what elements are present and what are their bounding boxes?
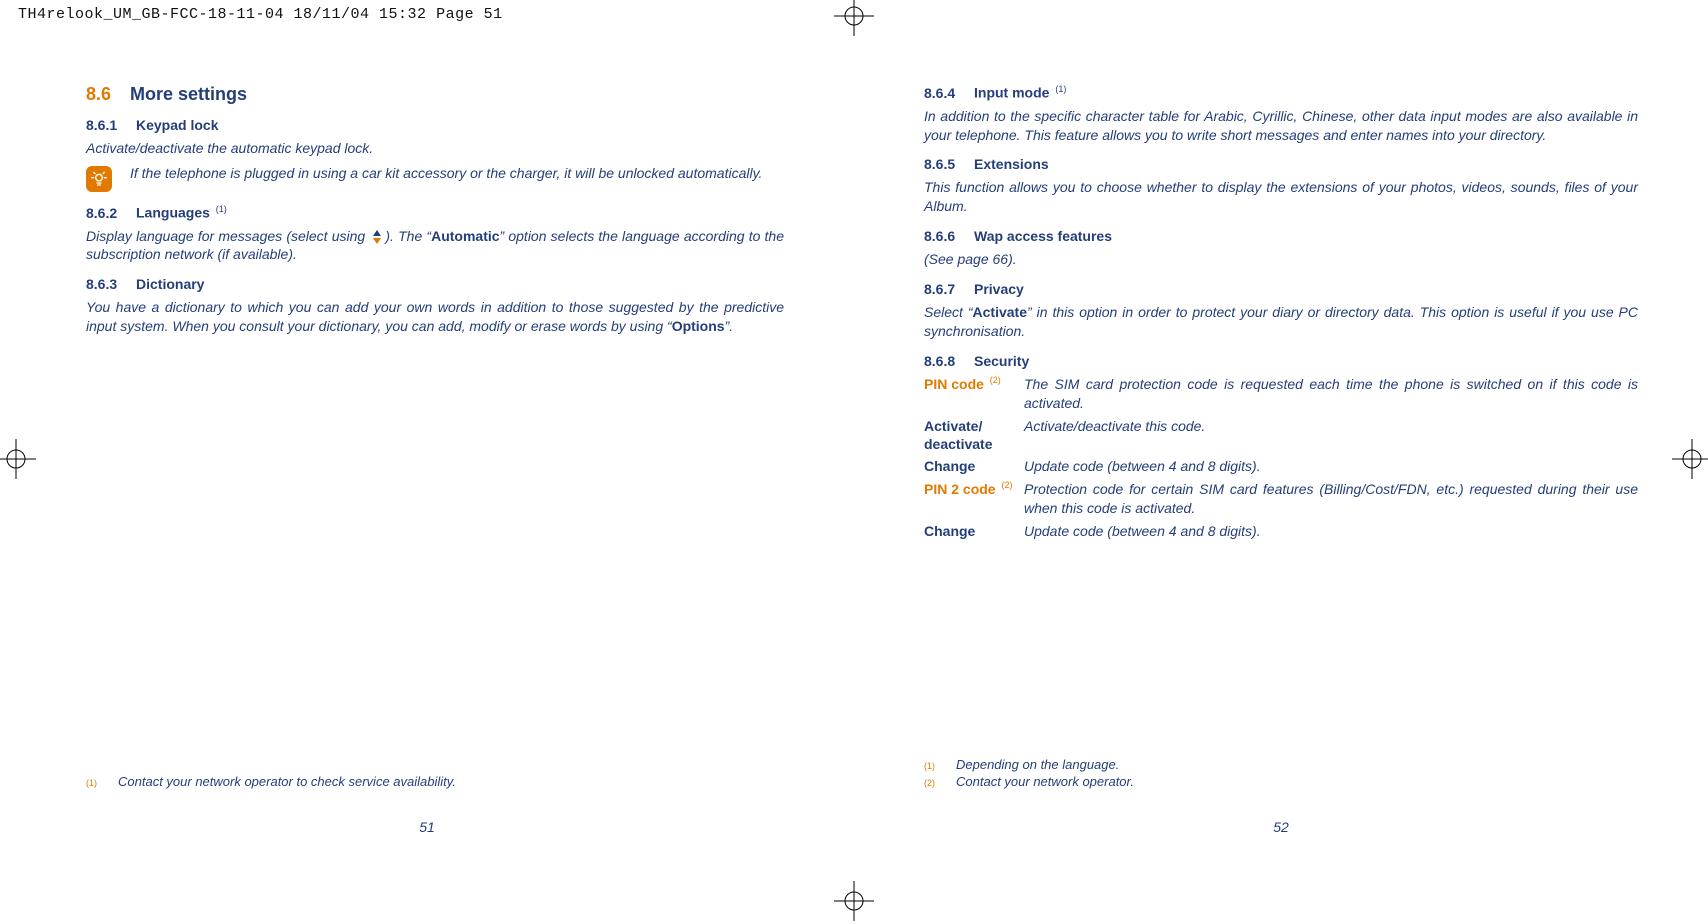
subsection-8-6-1-heading: 8.6.1 Keypad lock [86,117,784,133]
footnote: (2) Contact your network operator. [924,774,1638,789]
paragraph: Display language for messages (select us… [86,227,784,265]
subsection-title: Extensions [974,156,1049,172]
prepress-slug: TH4relook_UM_GB-FCC-18-11-04 18/11/04 15… [18,6,503,23]
subsection-8-6-3-heading: 8.6.3 Dictionary [86,276,784,292]
subsection-title: Input mode (1) [974,84,1066,101]
footnote-text: Depending on the language. [956,757,1119,772]
security-term: PIN 2 code (2) [924,480,1016,498]
security-term: PIN code (2) [924,375,1016,393]
security-term: Change [924,457,1016,475]
security-row: PIN 2 code (2) Protection code for certa… [924,480,1638,518]
page-left: 8.6 More settings 8.6.1 Keypad lock Acti… [0,70,854,867]
paragraph: This function allows you to choose wheth… [924,178,1638,216]
subsection-title: Dictionary [136,276,204,292]
section-title: More settings [130,84,247,105]
subsection-number: 8.6.3 [86,276,136,292]
info-callout: If the telephone is plugged in using a c… [86,164,784,192]
footnote-ref: (1) [216,204,227,214]
paragraph: Activate/deactivate the automatic keypad… [86,139,784,158]
subsection-title: Privacy [974,281,1024,297]
subsection-title: Keypad lock [136,117,218,133]
section-number: 8.6 [86,84,130,105]
subsection-number: 8.6.2 [86,205,136,221]
footnote: (1) Contact your network operator to che… [86,774,784,789]
subsection-8-6-7-heading: 8.6.7 Privacy [924,281,1638,297]
footnote-text: Contact your network operator. [956,774,1134,789]
strong-term: Automatic [431,228,499,244]
paragraph: (See page 66). [924,250,1638,269]
security-row: PIN code (2) The SIM card protection cod… [924,375,1638,413]
footnote-mark: (1) [924,761,938,771]
paragraph: Select “Activate” in this option in orde… [924,303,1638,341]
subsection-8-6-4-heading: 8.6.4 Input mode (1) [924,84,1638,101]
subsection-number: 8.6.1 [86,117,136,133]
security-def: The SIM card protection code is requeste… [1024,375,1638,413]
footnotes: (1) Depending on the language. (2) Conta… [924,755,1638,791]
page-spread: 8.6 More settings 8.6.1 Keypad lock Acti… [0,70,1708,867]
security-def: Update code (between 4 and 8 digits). [1024,457,1638,476]
info-text: If the telephone is plugged in using a c… [130,164,784,183]
subsection-number: 8.6.6 [924,228,974,244]
subsection-number: 8.6.8 [924,353,974,369]
subsection-8-6-5-heading: 8.6.5 Extensions [924,156,1638,172]
footnote-ref: (2) [1001,480,1012,490]
registration-mark-bottom-icon [834,881,874,921]
subsection-title: Security [974,353,1029,369]
strong-term: Activate [973,304,1027,320]
subsection-8-6-8-heading: 8.6.8 Security [924,353,1638,369]
subsection-title: Wap access features [974,228,1112,244]
subsection-number: 8.6.5 [924,156,974,172]
registration-mark-top-icon [834,0,874,36]
security-row: Change Update code (between 4 and 8 digi… [924,522,1638,541]
up-down-nav-icon [371,229,383,245]
footnote-mark: (2) [924,778,938,788]
subsection-8-6-2-heading: 8.6.2 Languages (1) [86,204,784,221]
security-term: Activate/ deactivate [924,417,1016,453]
subsection-8-6-6-heading: 8.6.6 Wap access features [924,228,1638,244]
strong-term: Options [672,318,725,334]
footnote-ref: (2) [990,375,1001,385]
subsection-title: Languages (1) [136,204,227,221]
footnote-ref: (1) [1055,84,1066,94]
footnote: (1) Depending on the language. [924,757,1638,772]
security-def: Protection code for certain SIM card fea… [1024,480,1638,518]
security-def: Activate/deactivate this code. [1024,417,1638,436]
footnotes: (1) Contact your network operator to che… [86,772,784,791]
footnote-text: Contact your network operator to check s… [118,774,456,789]
security-row: Activate/ deactivate Activate/deactivate… [924,417,1638,453]
page-right: 8.6.4 Input mode (1) In addition to the … [854,70,1708,867]
paragraph: In addition to the specific character ta… [924,107,1638,145]
lightbulb-icon [86,166,112,192]
page-number: 52 [854,819,1708,835]
paragraph: You have a dictionary to which you can a… [86,298,784,336]
section-8-6-heading: 8.6 More settings [86,84,784,105]
security-row: Change Update code (between 4 and 8 digi… [924,457,1638,476]
footnote-mark: (1) [86,778,100,788]
page-number: 51 [0,819,854,835]
security-term: Change [924,522,1016,540]
security-def: Update code (between 4 and 8 digits). [1024,522,1638,541]
subsection-number: 8.6.7 [924,281,974,297]
subsection-number: 8.6.4 [924,85,974,101]
